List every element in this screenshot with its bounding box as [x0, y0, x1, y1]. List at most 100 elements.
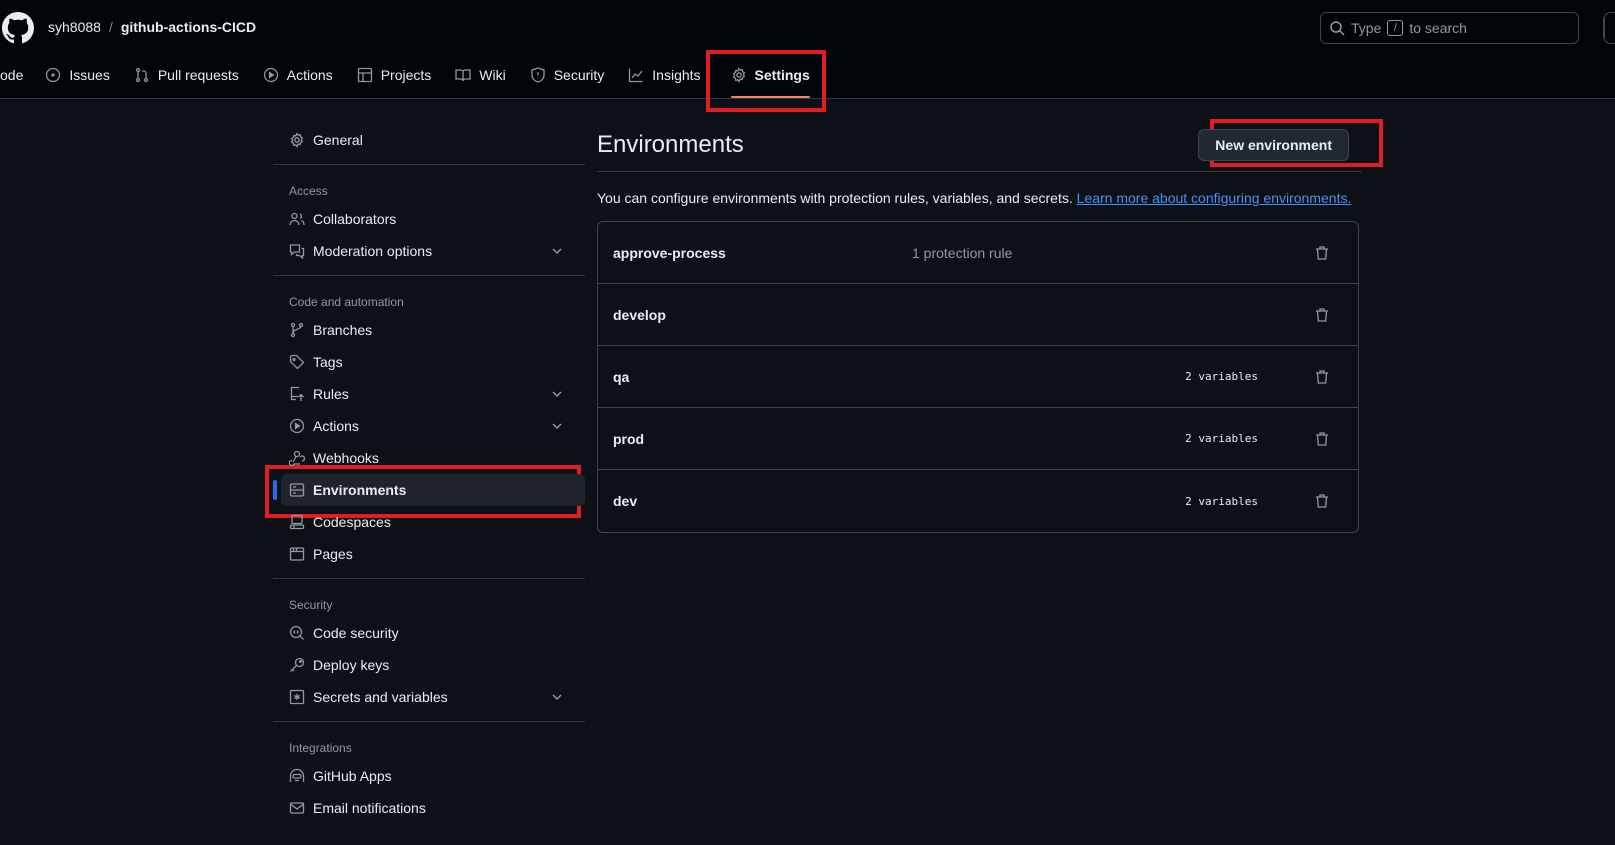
sidebar-item-general[interactable]: General: [273, 124, 585, 156]
sidebar-item-email-notifications[interactable]: Email notifications: [273, 792, 585, 824]
table-icon: [357, 67, 372, 83]
breadcrumb-repo[interactable]: github-actions-CICD: [121, 19, 256, 35]
github-logo-icon[interactable]: [2, 12, 34, 44]
sidebar-item-webhooks[interactable]: Webhooks: [273, 442, 585, 474]
webhook-icon: [289, 450, 305, 466]
settings-sidebar: General Access Collaborators Moderation …: [273, 124, 585, 824]
breadcrumb-owner[interactable]: syh8088: [48, 19, 101, 35]
tab-security-label: Security: [553, 67, 605, 83]
sidebar-item-github-apps[interactable]: GitHub Apps: [273, 760, 585, 792]
environment-name[interactable]: develop: [613, 307, 666, 323]
tag-icon: [289, 354, 305, 370]
environment-row: approve-process 1 protection rule: [598, 222, 1358, 284]
header-button[interactable]: [1604, 12, 1615, 44]
sidebar-item-pages[interactable]: Pages: [273, 538, 585, 570]
tab-pull-requests[interactable]: Pull requests: [126, 58, 247, 92]
tab-settings[interactable]: Settings: [723, 58, 818, 98]
sidebar-item-environments[interactable]: Environments: [273, 474, 585, 506]
sidebar-item-branches[interactable]: Branches: [273, 314, 585, 346]
search-input[interactable]: Type / to search: [1320, 12, 1579, 44]
chevron-down-icon[interactable]: [549, 386, 565, 402]
sidebar-divider: [273, 721, 585, 722]
sidebar-item-tags[interactable]: Tags: [273, 346, 585, 378]
codescan-icon: [289, 625, 304, 640]
sidebar-item-label: Collaborators: [313, 211, 397, 227]
new-environment-button[interactable]: New environment: [1198, 128, 1349, 161]
search-icon: [1330, 21, 1345, 36]
chevron-down-icon[interactable]: [549, 689, 565, 705]
environment-variables: 2 variables: [1185, 494, 1258, 508]
learn-more-link[interactable]: Learn more about configuring environment…: [1077, 190, 1352, 206]
chevron-down-icon[interactable]: [549, 418, 565, 434]
sidebar-divider: [273, 164, 585, 165]
tab-security[interactable]: Security: [522, 58, 613, 92]
sidebar-heading-access: Access: [289, 184, 328, 198]
sidebar-item-label: Codespaces: [313, 514, 391, 530]
sidebar-item-deploy-keys[interactable]: Deploy keys: [273, 649, 585, 681]
environment-name[interactable]: qa: [613, 369, 629, 385]
git-branch-icon: [290, 322, 304, 338]
tab-actions-label: Actions: [286, 67, 333, 83]
environment-variables: 2 variables: [1185, 370, 1258, 383]
codespaces-icon: [289, 514, 305, 530]
book-icon: [455, 69, 471, 82]
environment-row: qa 2 variables: [598, 346, 1358, 408]
trash-icon[interactable]: [1314, 245, 1330, 261]
trash-icon[interactable]: [1314, 431, 1330, 447]
title-row: Environments New environment: [597, 118, 1362, 172]
sidebar-item-codespaces[interactable]: Codespaces: [273, 506, 585, 538]
sidebar-item-label: Moderation options: [313, 243, 433, 259]
environment-name[interactable]: approve-process: [613, 245, 726, 261]
browser-icon: [289, 547, 305, 561]
sidebar-item-collaborators[interactable]: Collaborators: [273, 203, 585, 235]
trash-icon[interactable]: [1314, 369, 1330, 385]
sidebar-item-moderation-options[interactable]: Moderation options: [273, 235, 585, 267]
environment-name[interactable]: prod: [613, 431, 644, 447]
tab-wiki[interactable]: Wiki: [447, 58, 513, 92]
git-pull-request-icon: [135, 67, 148, 83]
gear-icon: [732, 67, 745, 83]
sidebar-item-label: Secrets and variables: [313, 689, 448, 705]
environment-name[interactable]: dev: [613, 493, 637, 509]
sidebar-item-label: Tags: [313, 354, 343, 370]
environment-row: dev 2 variables: [598, 470, 1358, 532]
environment-variables: 2 variables: [1185, 432, 1258, 445]
environment-protection-rules: 1 protection rule: [912, 244, 1013, 261]
trash-icon[interactable]: [1314, 307, 1330, 323]
play-icon: [263, 67, 278, 83]
breadcrumb-separator: /: [108, 19, 113, 35]
tab-actions[interactable]: Actions: [255, 58, 341, 92]
tab-projects[interactable]: Projects: [349, 58, 440, 92]
trash-icon[interactable]: [1314, 493, 1330, 509]
tab-pull-requests-label: Pull requests: [157, 67, 239, 83]
tab-code-label: ode: [0, 67, 24, 83]
sidebar-item-label: Rules: [313, 386, 349, 402]
sidebar-item-rules[interactable]: Rules: [273, 378, 585, 410]
comment-discussion-icon: [289, 244, 305, 259]
tab-wiki-label: Wiki: [479, 67, 506, 83]
tab-projects-label: Projects: [380, 67, 432, 83]
sidebar-divider: [273, 578, 585, 579]
sidebar-item-label: Environments: [313, 482, 407, 498]
breadcrumb: syh8088 / github-actions-CICD: [48, 19, 256, 35]
sidebar-item-label: Webhooks: [313, 450, 379, 466]
sidebar-item-code-security[interactable]: Code security: [273, 617, 585, 649]
tab-insights[interactable]: Insights: [620, 58, 708, 92]
shield-icon: [531, 67, 545, 83]
tab-settings-label: Settings: [754, 67, 810, 83]
sidebar-item-actions[interactable]: Actions: [273, 410, 585, 442]
sidebar-item-label: Pages: [313, 546, 353, 562]
tab-code[interactable]: ode: [0, 58, 31, 92]
environment-row: develop: [598, 284, 1358, 346]
page-title: Environments: [597, 130, 744, 158]
gear-icon: [290, 132, 304, 148]
environment-list: approve-process 1 protection rule develo…: [597, 221, 1359, 533]
people-icon: [289, 212, 305, 226]
tab-issues[interactable]: Issues: [37, 58, 117, 92]
sidebar-item-label: Deploy keys: [313, 657, 390, 673]
sidebar-item-label: Branches: [313, 322, 373, 338]
sidebar-heading-code-automation: Code and automation: [289, 295, 404, 309]
sidebar-item-secrets-variables[interactable]: Secrets and variables: [273, 681, 585, 713]
chevron-down-icon[interactable]: [549, 243, 565, 259]
environment-row: prod 2 variables: [598, 408, 1358, 470]
